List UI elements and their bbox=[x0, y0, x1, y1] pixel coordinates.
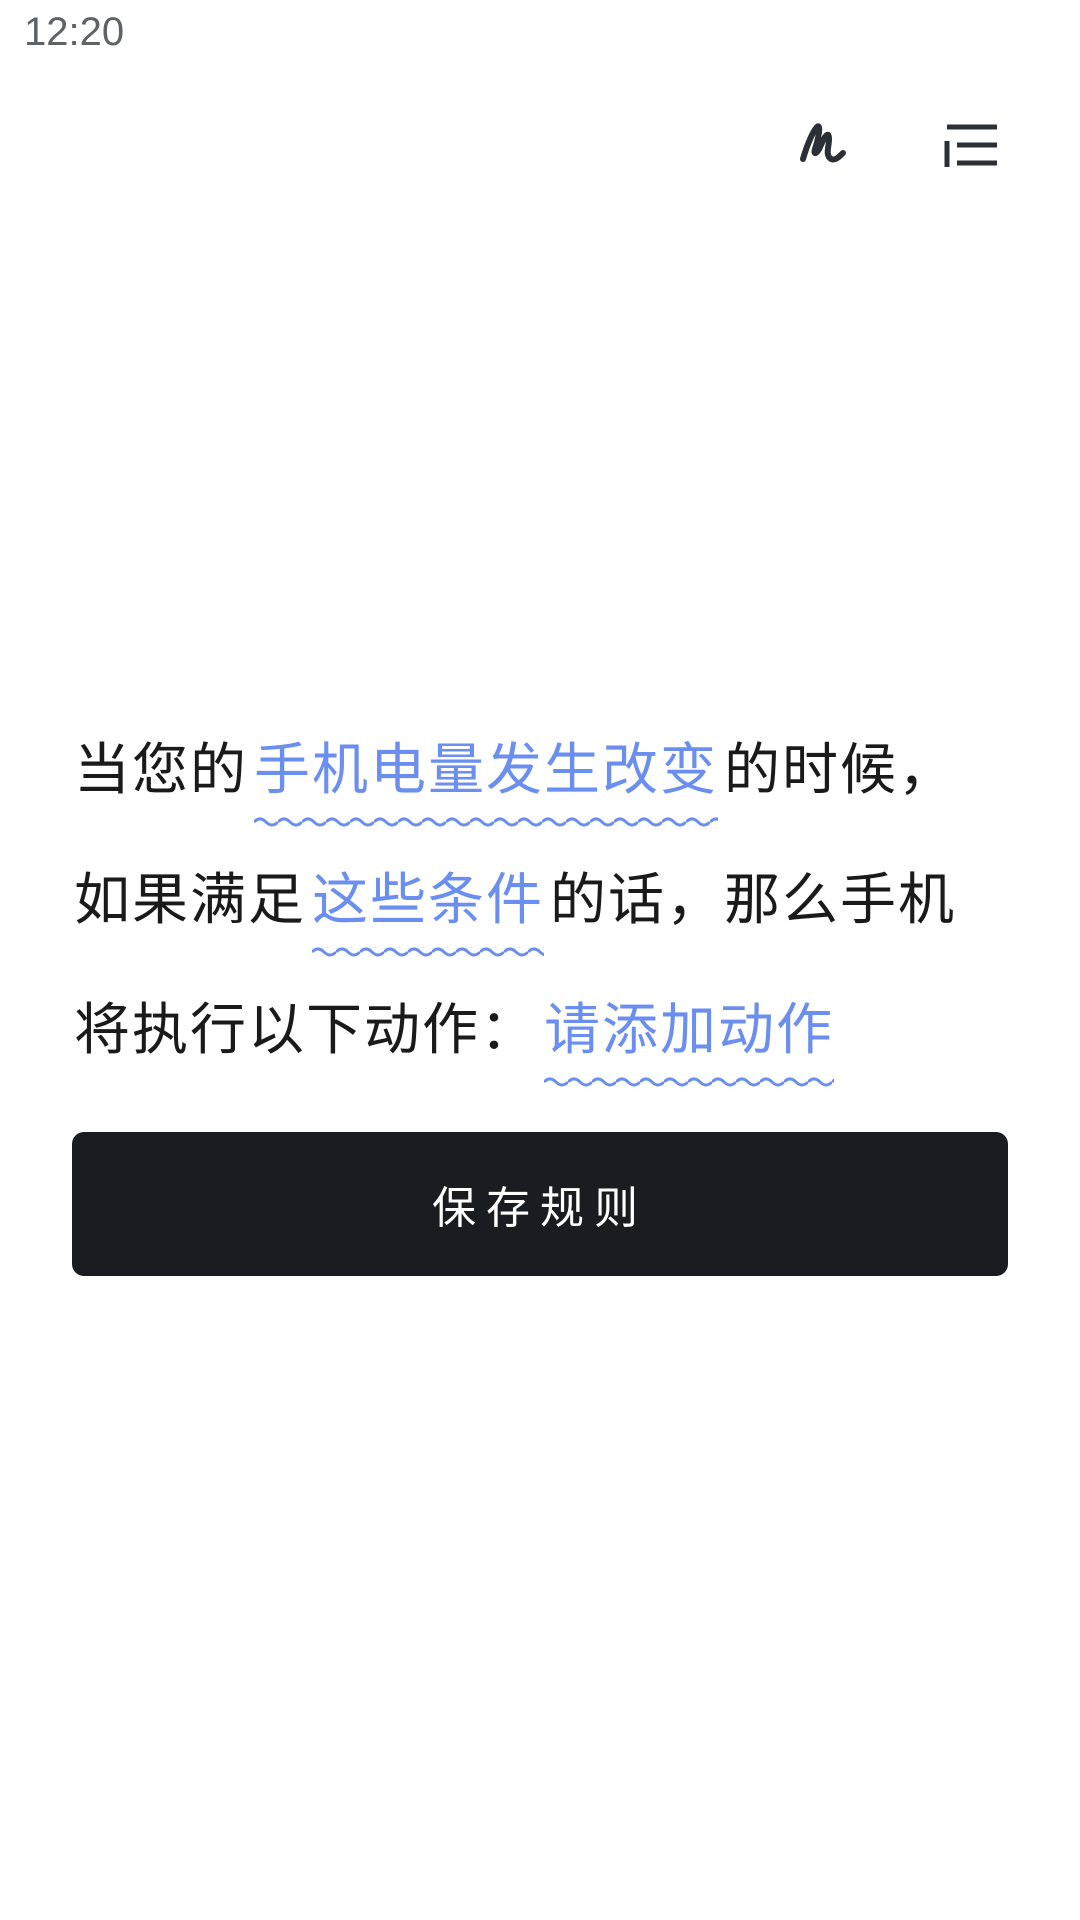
status-bar: 12:20 bbox=[0, 0, 1080, 80]
condition-link[interactable]: 这些条件 bbox=[306, 855, 550, 958]
signature-icon[interactable] bbox=[780, 100, 870, 190]
action-link[interactable]: 请添加动作 bbox=[538, 985, 840, 1088]
rule-text-if: 如果满足 bbox=[74, 867, 306, 933]
rule-text-then: 的话，那么手机 bbox=[550, 867, 956, 933]
rule-line-trigger: 当您的 手机电量发生改变 的时候， bbox=[74, 700, 1014, 830]
rule-line-action: 将执行以下动作： 请添加动作 bbox=[74, 960, 1014, 1090]
rule-text-action: 将执行以下动作： bbox=[74, 997, 538, 1063]
status-time: 12:20 bbox=[24, 10, 125, 54]
rule-text-when-suffix: 的时候， bbox=[724, 737, 956, 803]
top-actions bbox=[780, 100, 1080, 190]
rule-sentence: 当您的 手机电量发生改变 的时候， 如果满足 这些条件 的话，那么手机 将执行以… bbox=[74, 700, 1014, 1090]
save-rule-button[interactable]: 保存规则 bbox=[72, 1132, 1008, 1276]
list-menu-icon[interactable] bbox=[926, 100, 1016, 190]
rule-text-when: 当您的 bbox=[74, 737, 248, 803]
rule-line-condition: 如果满足 这些条件 的话，那么手机 bbox=[74, 830, 1014, 960]
trigger-link[interactable]: 手机电量发生改变 bbox=[248, 725, 724, 828]
